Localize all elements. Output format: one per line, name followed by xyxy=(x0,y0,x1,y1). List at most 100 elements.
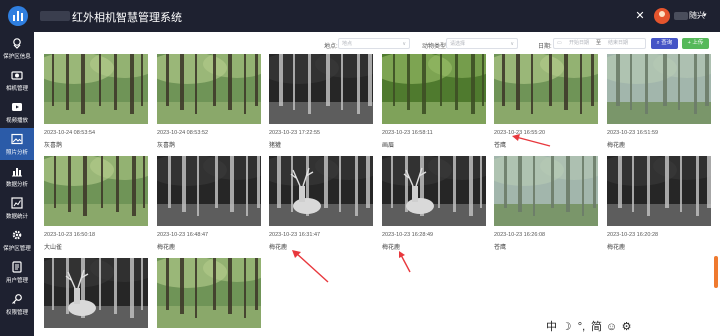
camera-trap-photo[interactable] xyxy=(157,258,261,328)
start-date-input[interactable]: 开始日期 xyxy=(569,39,589,48)
ime-chinese-toggle[interactable]: 中 xyxy=(544,318,559,334)
bar-chart-icon xyxy=(12,168,22,177)
sidebar-item-reserve-admin[interactable]: 保护区管理 xyxy=(0,224,34,256)
sidebar-item-label: 保护区管理 xyxy=(3,246,31,252)
key-icon xyxy=(12,294,22,304)
photo-species: 梅花鹿 xyxy=(269,245,288,251)
sidebar-item-label: 数据分析 xyxy=(5,182,29,188)
location-label: 地点: xyxy=(324,44,338,50)
photo-timestamp: 2023-10-24 08:53:54 xyxy=(44,130,96,136)
camera-icon xyxy=(11,71,23,80)
sidebar-item-label: 照片分析 xyxy=(5,150,29,156)
camera-trap-photo[interactable] xyxy=(269,156,373,226)
camera-trap-photo[interactable] xyxy=(382,54,486,124)
animal-type-select[interactable]: 请选择 ∨ xyxy=(446,38,518,49)
photo-species: 梅花鹿 xyxy=(607,245,626,251)
chevron-down-icon: ∨ xyxy=(402,41,406,47)
photo-timestamp: 2023-10-23 16:48:47 xyxy=(157,232,209,238)
ime-moon-icon[interactable]: ☽ xyxy=(559,320,574,333)
sidebar-item-label: 视频播放 xyxy=(5,118,29,124)
map-pin-icon xyxy=(13,38,21,49)
camera-trap-photo[interactable] xyxy=(494,156,598,226)
camera-trap-photo[interactable] xyxy=(44,54,148,124)
username-redacted xyxy=(674,12,688,20)
annotation-arrow xyxy=(292,250,329,283)
camera-trap-photo[interactable] xyxy=(44,258,148,328)
chevron-down-icon[interactable]: ▾ xyxy=(703,11,707,19)
search-icon: ⌕ xyxy=(656,40,660,46)
top-bar: 红外相机智慧管理系统 ✕ 随兴 ▾ xyxy=(0,0,720,32)
sidebar: 保护区信息 相机管理 视频播放 照片分析 数据分析 数据统计 保护区管理 用户管… xyxy=(0,32,34,336)
sidebar-item-label: 数据统计 xyxy=(5,214,29,220)
image-icon xyxy=(11,133,23,145)
camera-trap-photo[interactable] xyxy=(494,54,598,124)
sidebar-item-video[interactable]: 视频播放 xyxy=(0,96,34,128)
ime-toolbar: 中 ☽ °, 简 ☺ ⚙ xyxy=(544,318,634,334)
sidebar-item-statistics[interactable]: 数据统计 xyxy=(0,192,34,224)
sidebar-item-photo-analysis[interactable]: 照片分析 xyxy=(0,128,34,160)
animal-type-label: 动物类型: xyxy=(422,44,448,50)
ime-punctuation-toggle[interactable]: °, xyxy=(574,321,589,333)
photo-timestamp: 2023-10-23 17:22:55 xyxy=(269,130,321,136)
photo-species: 大山雀 xyxy=(44,245,63,251)
photo-species: 梅花鹿 xyxy=(157,245,176,251)
photo-species: 苍鹰 xyxy=(494,245,507,251)
gear-icon xyxy=(12,230,22,240)
sidebar-item-label: 相机管理 xyxy=(5,86,29,92)
search-button-label: 查询 xyxy=(661,40,673,46)
app-logo-icon xyxy=(8,6,28,26)
camera-trap-photo[interactable] xyxy=(607,156,711,226)
ime-simplified-toggle[interactable]: 简 xyxy=(589,318,604,334)
camera-trap-photo[interactable] xyxy=(269,54,373,124)
camera-trap-photo[interactable] xyxy=(382,156,486,226)
sidebar-item-label: 用户管理 xyxy=(5,278,29,284)
photo-timestamp: 2023-10-23 16:20:28 xyxy=(607,232,659,238)
ime-emoji-icon[interactable]: ☺ xyxy=(604,321,619,333)
avatar[interactable] xyxy=(654,8,670,24)
location-select[interactable]: 地点 ∨ xyxy=(338,38,410,49)
title-redacted xyxy=(40,11,70,21)
annotation-arrow xyxy=(399,251,411,273)
photo-timestamp: 2023-10-23 16:58:11 xyxy=(382,130,433,136)
user-icon xyxy=(12,261,22,273)
sidebar-item-users[interactable]: 用户管理 xyxy=(0,256,34,288)
date-separator: 至 xyxy=(596,40,602,46)
photo-timestamp: 2023-10-23 16:50:18 xyxy=(44,232,96,238)
location-placeholder: 地点 xyxy=(342,41,353,47)
chevron-down-icon: ∨ xyxy=(510,41,514,47)
camera-trap-photo[interactable] xyxy=(157,54,261,124)
sidebar-item-data-analysis[interactable]: 数据分析 xyxy=(0,160,34,192)
end-date-input[interactable]: 结束日期 xyxy=(608,39,628,48)
photo-species: 灰喜鹊 xyxy=(44,143,63,149)
photo-timestamp: 2023-10-24 08:53:52 xyxy=(157,130,209,136)
photo-species: 苍鹰 xyxy=(494,143,507,149)
annotation-arrow xyxy=(512,134,551,147)
upload-button-label: 上传 xyxy=(692,40,704,46)
camera-trap-photo[interactable] xyxy=(44,156,148,226)
sidebar-item-permissions[interactable]: 权限管理 xyxy=(0,288,34,320)
photo-timestamp: 2023-10-23 16:51:59 xyxy=(607,130,659,136)
stats-icon xyxy=(11,197,23,209)
animal-type-placeholder: 请选择 xyxy=(450,41,466,47)
scrollbar-thumb[interactable] xyxy=(714,256,718,288)
sidebar-item-reserve-info[interactable]: 保护区信息 xyxy=(0,32,34,64)
photo-species: 灰喜鹊 xyxy=(157,143,176,149)
date-label: 日期: xyxy=(538,44,552,50)
photo-species: 画眉 xyxy=(382,143,395,149)
camera-trap-photo[interactable] xyxy=(607,54,711,124)
photo-species: 梅花鹿 xyxy=(607,143,626,149)
photo-timestamp: 2023-10-23 16:26:08 xyxy=(494,232,546,238)
photo-timestamp: 2023-10-23 16:31:47 xyxy=(269,232,321,238)
sidebar-item-camera[interactable]: 相机管理 xyxy=(0,64,34,96)
camera-trap-photo[interactable] xyxy=(157,156,261,226)
photo-timestamp: 2023-10-23 16:28:49 xyxy=(382,232,434,238)
calendar-icon: ▭ xyxy=(557,40,562,46)
sidebar-item-label: 权限管理 xyxy=(5,310,29,316)
date-range-picker[interactable]: ▭ 开始日期 至 结束日期 xyxy=(553,38,646,49)
upload-button[interactable]: + 上传 xyxy=(682,38,709,49)
ime-settings-icon[interactable]: ⚙ xyxy=(619,320,634,333)
sidebar-item-label: 保护区信息 xyxy=(3,54,31,60)
search-button[interactable]: ⌕ 查询 xyxy=(651,38,678,49)
fullscreen-icon[interactable]: ✕ xyxy=(634,10,646,22)
photo-species: 猪獾 xyxy=(269,143,282,149)
